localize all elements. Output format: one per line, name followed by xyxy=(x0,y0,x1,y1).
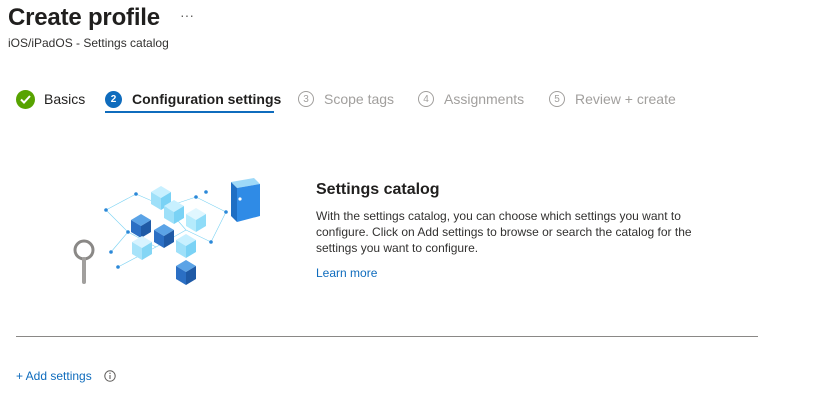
catalog-title: Settings catalog xyxy=(316,181,440,198)
step-configuration-settings[interactable]: 2 Configuration settings xyxy=(105,86,281,112)
catalog-description: With the settings catalog, you can choos… xyxy=(316,209,692,255)
page-title: Create profile xyxy=(8,4,160,31)
step-review-create[interactable]: 5 Review + create xyxy=(549,86,676,112)
step-basics[interactable]: Basics xyxy=(16,86,85,112)
step-label: Assignments xyxy=(444,91,525,107)
step-scope-tags[interactable]: 3 Scope tags xyxy=(298,86,394,112)
step-number-badge: 2 xyxy=(105,90,122,108)
step-label: Review + create xyxy=(575,91,676,107)
add-settings-link[interactable]: + Add settings xyxy=(16,369,92,383)
learn-more-link[interactable]: Learn more xyxy=(316,266,377,280)
step-label: Scope tags xyxy=(324,91,395,107)
step-number-badge: 5 xyxy=(549,91,565,107)
step-number-badge: 4 xyxy=(418,91,434,107)
step-label: Configuration settings xyxy=(132,91,282,107)
step-assignments[interactable]: 4 Assignments xyxy=(418,86,524,112)
info-icon[interactable] xyxy=(104,370,116,382)
checkmark-icon xyxy=(16,89,35,109)
more-options-button[interactable]: ··· xyxy=(179,6,195,26)
active-step-underline xyxy=(105,111,274,113)
page-subtitle: iOS/iPadOS - Settings catalog xyxy=(8,36,169,50)
step-label: Basics xyxy=(44,91,86,107)
step-number-badge: 3 xyxy=(298,91,314,107)
section-divider xyxy=(16,336,758,337)
settings-catalog-illustration xyxy=(73,178,260,285)
